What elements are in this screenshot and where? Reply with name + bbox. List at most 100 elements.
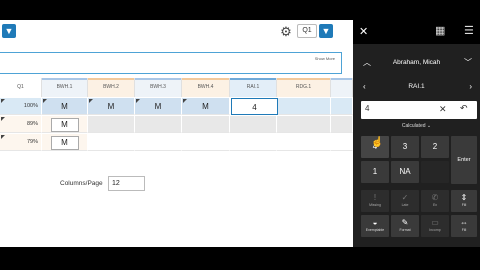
- columns-per-page-input[interactable]: 12: [108, 176, 145, 191]
- score-cell[interactable]: [88, 134, 135, 151]
- flag-label: Late: [401, 203, 409, 207]
- score-entry-field[interactable]: 4 ✕ ↶: [361, 101, 477, 119]
- column-header-rai1[interactable]: RAI.1: [230, 78, 277, 97]
- column-header-bwh4[interactable]: BWH.4: [182, 78, 230, 97]
- column-header-bwh2[interactable]: BWH.2: [88, 78, 135, 97]
- key-3[interactable]: 3: [391, 136, 419, 158]
- pencil-icon: ✎: [401, 218, 409, 227]
- score-value: M: [50, 136, 79, 150]
- format-button[interactable]: ✎ Format: [391, 215, 419, 237]
- score-cell[interactable]: M: [42, 116, 88, 133]
- fill-down-button[interactable]: ⇕ Fill: [451, 190, 477, 212]
- note-flag: [1, 135, 5, 139]
- category-bar: [88, 78, 134, 80]
- flag-label: Ex: [432, 203, 438, 207]
- score-cell[interactable]: [331, 98, 353, 115]
- column-header-bwh3[interactable]: BWH.3: [135, 78, 182, 97]
- menu-icon[interactable]: ☰: [464, 24, 474, 37]
- previous-student-icon[interactable]: ︿: [363, 56, 371, 70]
- check-icon: ✓: [401, 193, 409, 202]
- score-value: M: [154, 102, 162, 111]
- score-cell[interactable]: [277, 116, 331, 133]
- exempt-flag-button[interactable]: ✆ Ex: [421, 190, 449, 212]
- fill-right-button[interactable]: ⇔ Fill: [451, 215, 477, 237]
- note-flag: [89, 99, 93, 103]
- score-cell[interactable]: [135, 134, 182, 151]
- gear-icon[interactable]: ⚙: [278, 24, 294, 40]
- calculated-text: Calculated: [401, 123, 426, 129]
- close-icon[interactable]: ✕: [359, 25, 368, 38]
- next-student-icon[interactable]: ﹀: [464, 56, 472, 70]
- note-flag: [1, 99, 5, 103]
- score-cell[interactable]: [331, 116, 353, 133]
- score-cell[interactable]: [182, 116, 230, 133]
- incomplete-flag-button[interactable]: ▭ Incomp: [421, 215, 449, 237]
- note-flag: [136, 99, 140, 103]
- percent-cell: 89%: [0, 116, 42, 133]
- clear-icon[interactable]: ✕: [439, 104, 447, 115]
- score-cell[interactable]: [278, 98, 331, 115]
- columns-per-page-label: Columns/Page: [60, 180, 103, 187]
- assignment-name: RAI.1: [408, 83, 425, 90]
- percent-value: 79%: [26, 139, 38, 145]
- key-1[interactable]: 1: [361, 161, 389, 183]
- late-flag-button[interactable]: ✓ Late: [391, 190, 419, 212]
- view-menu-button[interactable]: ▼: [2, 24, 16, 38]
- score-cell[interactable]: M: [88, 98, 135, 115]
- key-enter[interactable]: Enter: [451, 136, 477, 184]
- key-na[interactable]: NA: [391, 161, 419, 183]
- screen-bottom-border: [0, 247, 480, 270]
- percent-value: 89%: [26, 121, 38, 127]
- flag-label: Incomp: [429, 228, 441, 232]
- column-header-rdg1[interactable]: RDG.1: [277, 78, 331, 97]
- category-bar: [230, 78, 276, 80]
- flag-label: Fill: [461, 228, 467, 232]
- score-cell[interactable]: [182, 134, 230, 151]
- score-cell-selected[interactable]: 4: [231, 98, 278, 115]
- quarter-select[interactable]: Q1: [297, 24, 317, 38]
- score-cell[interactable]: M: [135, 98, 182, 115]
- show-more-panel: Show More: [0, 52, 342, 74]
- missing-flag-button[interactable]: ! Missing: [361, 190, 389, 212]
- score-cell[interactable]: [135, 116, 182, 133]
- score-entry-value: 4: [365, 104, 370, 113]
- quarter-dropdown-button[interactable]: ▼: [319, 24, 333, 38]
- column-header-label: RDG.1: [295, 84, 312, 90]
- calculator-icon[interactable]: ▦: [435, 24, 445, 37]
- score-cell[interactable]: M: [42, 134, 88, 151]
- calculated-label[interactable]: Calculated ⌄: [353, 123, 480, 129]
- student-name: Abraham, Micah: [392, 59, 441, 66]
- show-more-link[interactable]: Show More: [315, 56, 335, 61]
- fill-down-icon: ⇕: [460, 193, 468, 202]
- undo-icon[interactable]: ↶: [460, 103, 468, 114]
- column-header-label: RAI.1: [246, 84, 260, 90]
- column-header-bwh1[interactable]: BWH.1: [42, 78, 88, 97]
- column-header-label: Q1: [17, 84, 24, 90]
- percent-value: 100%: [23, 103, 38, 109]
- column-header-label: BWH.4: [197, 84, 214, 90]
- previous-assignment-icon[interactable]: ‹: [363, 80, 366, 94]
- score-value: 4: [252, 103, 257, 112]
- gradebook-toolbar: ▼ ⚙ Q1 ▼: [0, 20, 353, 44]
- score-cell[interactable]: [277, 134, 331, 151]
- score-cell[interactable]: [88, 116, 135, 133]
- document-icon: ▭: [431, 218, 439, 227]
- exemptable-button[interactable]: ◒ Exemptable: [361, 215, 389, 237]
- score-value: M: [202, 102, 209, 111]
- category-bar: [182, 78, 229, 80]
- key-2[interactable]: 2: [421, 136, 449, 158]
- score-cell[interactable]: [230, 134, 277, 151]
- score-cell[interactable]: [331, 134, 353, 151]
- next-assignment-icon[interactable]: ›: [469, 80, 472, 94]
- score-cell[interactable]: [230, 116, 277, 133]
- score-cell[interactable]: M: [182, 98, 230, 115]
- category-bar: [331, 78, 352, 80]
- hand-cursor-icon: ☝: [371, 137, 384, 148]
- circle-icon: ◒: [372, 218, 378, 227]
- column-header-label: BWH.3: [150, 84, 166, 90]
- column-header-quarter[interactable]: Q1: [0, 78, 42, 97]
- score-cell[interactable]: M: [42, 98, 88, 115]
- gradebook-panel: ▼ ⚙ Q1 ▼ Show More Q1 BWH.1 BWH.2 BWH.3 …: [0, 20, 353, 247]
- flag-label: Exemptable: [365, 228, 385, 232]
- percent-cell: 100%: [0, 98, 42, 115]
